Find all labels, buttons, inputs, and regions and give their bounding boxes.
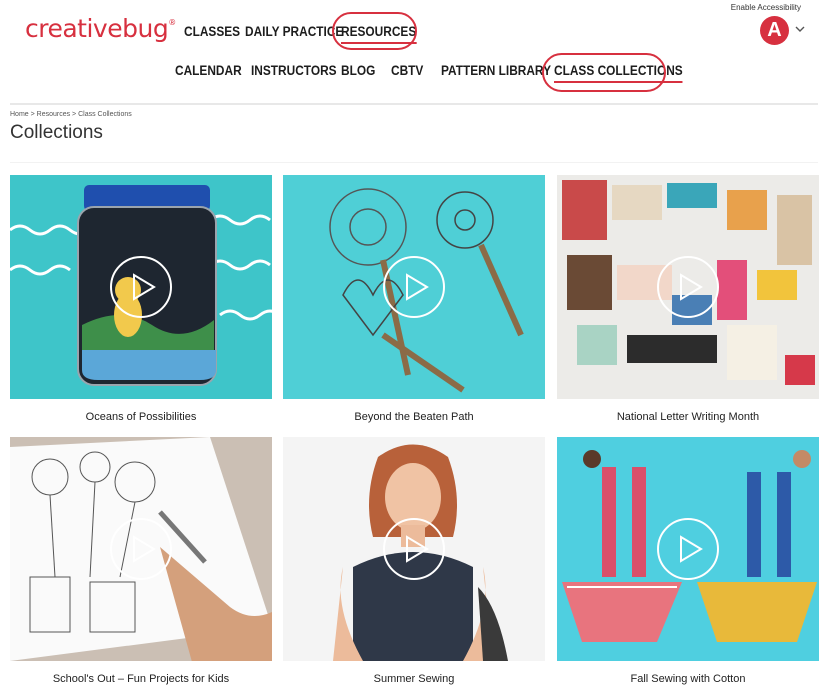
- class-collections-highlight-circle: [542, 53, 666, 92]
- play-icon[interactable]: [109, 517, 173, 581]
- nav-pattern-library[interactable]: PATTERN LIBRARY: [441, 63, 551, 78]
- chevron-down-icon[interactable]: [795, 24, 805, 34]
- collection-thumbnail[interactable]: [557, 437, 819, 661]
- sub-navigation: CALENDAR INSTRUCTORS BLOG CBTV PATTERN L…: [0, 63, 829, 83]
- play-icon[interactable]: [382, 255, 446, 319]
- page-title: Collections: [10, 122, 103, 143]
- enable-accessibility-link[interactable]: Enable Accessibility: [731, 3, 801, 12]
- collection-title[interactable]: Summer Sewing: [283, 673, 545, 685]
- resources-highlight-circle: [332, 12, 417, 50]
- user-avatar[interactable]: A: [760, 16, 789, 45]
- nav-calendar[interactable]: CALENDAR: [175, 63, 242, 78]
- collection-title[interactable]: Beyond the Beaten Path: [283, 411, 545, 423]
- play-icon[interactable]: [656, 255, 720, 319]
- nav-cbtv[interactable]: CBTV: [391, 63, 423, 78]
- header-divider: [10, 103, 818, 105]
- nav-blog[interactable]: BLOG: [341, 63, 375, 78]
- trademark-symbol: ®: [168, 18, 176, 27]
- play-icon[interactable]: [382, 517, 446, 581]
- collection-title[interactable]: Fall Sewing with Cotton: [557, 673, 819, 685]
- collection-thumbnail[interactable]: [557, 175, 819, 399]
- collection-title[interactable]: National Letter Writing Month: [557, 411, 819, 423]
- creativebug-logo[interactable]: creativebug®: [25, 14, 176, 43]
- play-icon[interactable]: [109, 255, 173, 319]
- logo-text: creativebug: [25, 14, 169, 43]
- collection-thumbnail[interactable]: [10, 175, 272, 399]
- collection-title[interactable]: Oceans of Possibilities: [10, 411, 272, 423]
- nav-instructors[interactable]: INSTRUCTORS: [251, 63, 337, 78]
- collection-thumbnail[interactable]: [10, 437, 272, 661]
- nav-classes[interactable]: CLASSES: [184, 24, 240, 39]
- nav-daily-practice[interactable]: DAILY PRACTICE: [245, 24, 343, 39]
- collection-title[interactable]: School's Out – Fun Projects for Kids: [10, 673, 272, 685]
- collection-thumbnail[interactable]: [283, 175, 545, 399]
- title-divider: [10, 162, 818, 163]
- play-icon[interactable]: [656, 517, 720, 581]
- collection-thumbnail[interactable]: [283, 437, 545, 661]
- breadcrumb[interactable]: Home > Resources > Class Collections: [10, 111, 132, 118]
